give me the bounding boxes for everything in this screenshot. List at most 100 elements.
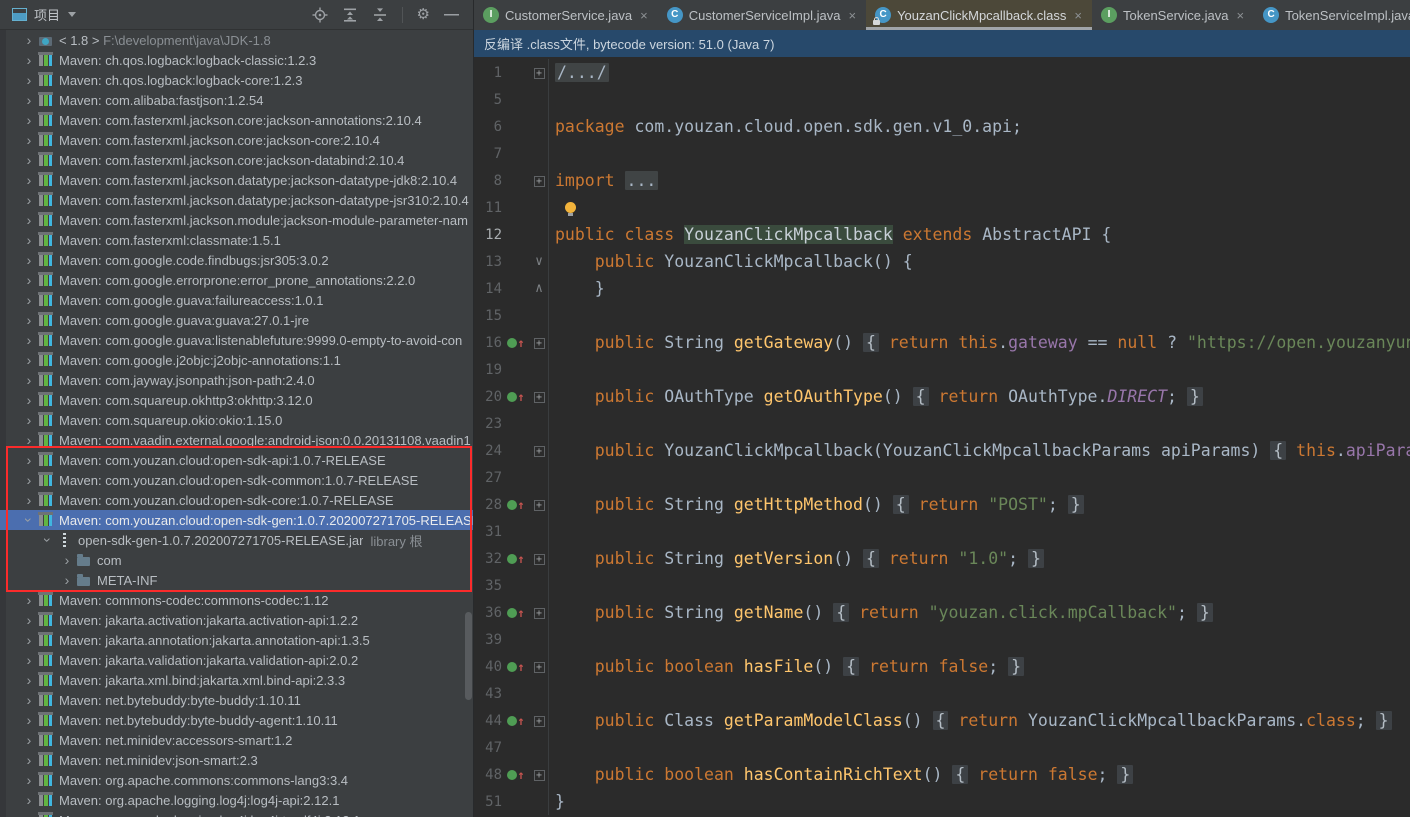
chevron-collapsed-icon[interactable]: › [22,690,36,710]
chevron-collapsed-icon[interactable]: › [22,470,36,490]
plus-box-icon[interactable]: + [533,716,545,727]
chevron-collapsed-icon[interactable]: › [60,550,74,570]
chevron-collapsed-icon[interactable]: › [22,490,36,510]
tree-row-library[interactable]: › Maven: com.squareup.okio:okio:1.15.0 [0,410,473,430]
chevron-collapsed-icon[interactable]: › [60,570,74,590]
fold-expand-icon[interactable]: + [530,444,548,457]
chevron-collapsed-icon[interactable]: › [22,590,36,610]
fold-expand-icon[interactable]: + [530,606,548,619]
editor-tab[interactable]: I TokenService.java × [1092,0,1254,30]
chevron-collapsed-icon[interactable]: › [22,170,36,190]
chevron-collapsed-icon[interactable]: › [22,350,36,370]
tree-row-library[interactable]: › Maven: com.google.guava:failureaccess:1… [0,290,473,310]
chevron-collapsed-icon[interactable]: › [22,730,36,750]
fold-expand-icon[interactable]: + [530,336,548,349]
plus-box-icon[interactable]: + [533,392,545,403]
tree-row-library[interactable]: › Maven: com.google.guava:listenablefutur… [0,330,473,350]
fold-expand-icon[interactable]: + [530,66,548,79]
chevron-collapsed-icon[interactable]: › [22,670,36,690]
plus-box-icon[interactable]: + [533,770,545,781]
fold-down-icon[interactable]: ∨ [530,254,548,269]
close-icon[interactable]: × [1074,8,1082,23]
tree-row-library[interactable]: › Maven: com.alibaba:fastjson:1.2.54 [0,90,473,110]
chevron-collapsed-icon[interactable]: › [22,630,36,650]
tree-row-library[interactable]: › Maven: org.apache.commons:commons-lang3… [0,770,473,790]
tree-row-library[interactable]: › Maven: net.bytebuddy:byte-buddy-agent:1… [0,710,473,730]
tree-row-library[interactable]: › Maven: com.jayway.jsonpath:json-path:2.… [0,370,473,390]
tree-row-library[interactable]: › Maven: com.youzan.cloud:open-sdk-common… [0,470,473,490]
tree-row-library[interactable]: › Maven: com.youzan.cloud:open-sdk-core:1… [0,490,473,510]
fold-chevron-up-icon[interactable]: ∧ [535,281,543,296]
chevron-expanded-icon[interactable]: › [19,513,39,527]
tree-scrollbar-thumb[interactable] [465,612,472,700]
tree-row-library[interactable]: › Maven: net.minidev:json-smart:2.3 [0,750,473,770]
tree-row-library[interactable]: › Maven: com.fasterxml.jackson.core:jacks… [0,150,473,170]
tree-row-library[interactable]: › Maven: com.fasterxml.jackson.core:jacks… [0,130,473,150]
chevron-collapsed-icon[interactable]: › [22,450,36,470]
plus-box-icon[interactable]: + [533,338,545,349]
tree-row-library[interactable]: › Maven: org.apache.logging.log4j:log4j-t… [0,810,473,817]
overrides-method-icon[interactable]: ↑ [502,715,530,727]
chevron-collapsed-icon[interactable]: › [22,290,36,310]
tree-row-library[interactable]: › Maven: com.vaadin.external.google:andro… [0,430,473,450]
chevron-collapsed-icon[interactable]: › [22,70,36,90]
settings-gear-icon[interactable]: ⚙ [417,7,430,22]
chevron-collapsed-icon[interactable]: › [22,370,36,390]
chevron-collapsed-icon[interactable]: › [22,610,36,630]
tree-row-folder[interactable]: › META-INF [0,570,473,590]
overrides-method-icon[interactable]: ↑ [502,499,530,511]
chevron-collapsed-icon[interactable]: › [22,330,36,350]
chevron-collapsed-icon[interactable]: › [22,230,36,250]
tree-row-library[interactable]: › Maven: jakarta.activation:jakarta.activ… [0,610,473,630]
editor-tab[interactable]: C CustomerServiceImpl.java × [658,0,866,30]
overrides-method-icon[interactable]: ↑ [502,391,530,403]
tree-row-library[interactable]: › Maven: ch.qos.logback:logback-core:1.2.… [0,70,473,90]
fold-expand-icon[interactable]: + [530,552,548,565]
chevron-collapsed-icon[interactable]: › [22,250,36,270]
plus-box-icon[interactable]: + [533,446,545,457]
chevron-collapsed-icon[interactable]: › [22,150,36,170]
code-area[interactable]: 1 + /.../ 5 6 package com.youzan.cloud.open.s… [474,57,1410,817]
hide-panel-icon[interactable]: — [444,7,459,22]
plus-box-icon[interactable]: + [533,662,545,673]
tree-row-library[interactable]: › Maven: jakarta.annotation:jakarta.annot… [0,630,473,650]
plus-box-icon[interactable]: + [533,608,545,619]
fold-expand-icon[interactable]: + [530,660,548,673]
fold-expand-icon[interactable]: + [530,768,548,781]
chevron-expanded-icon[interactable]: › [38,533,58,547]
chevron-collapsed-icon[interactable]: › [22,790,36,810]
editor-tab[interactable]: C YouzanClickMpcallback.class × [866,0,1092,30]
tree-row-library[interactable]: › Maven: com.fasterxml.jackson.datatype:j… [0,190,473,210]
tree-row-library[interactable]: › Maven: jakarta.xml.bind:jakarta.xml.bin… [0,670,473,690]
tree-row-jdk[interactable]: › < 1.8 > F:\development\java\JDK-1.8 [0,30,473,50]
chevron-collapsed-icon[interactable]: › [22,210,36,230]
tree-row-library[interactable]: › Maven: com.youzan.cloud:open-sdk-gen:1.… [0,510,473,530]
chevron-collapsed-icon[interactable]: › [22,310,36,330]
tree-row-library[interactable]: › Maven: com.google.guava:guava:27.0.1-jr… [0,310,473,330]
chevron-collapsed-icon[interactable]: › [22,110,36,130]
chevron-collapsed-icon[interactable]: › [22,130,36,150]
chevron-collapsed-icon[interactable]: › [22,750,36,770]
tree-row-library[interactable]: › Maven: com.google.j2objc:j2objc-annotat… [0,350,473,370]
tree-row-library[interactable]: › Maven: com.squareup.okhttp3:okhttp:3.12… [0,390,473,410]
chevron-collapsed-icon[interactable]: › [22,390,36,410]
chevron-down-icon[interactable] [68,12,77,17]
editor-tab[interactable]: I CustomerService.java × [474,0,658,30]
chevron-collapsed-icon[interactable]: › [22,650,36,670]
tree-row-library[interactable]: › Maven: com.google.errorprone:error_pron… [0,270,473,290]
chevron-collapsed-icon[interactable]: › [22,410,36,430]
chevron-collapsed-icon[interactable]: › [22,90,36,110]
fold-up-icon[interactable]: ∧ [530,281,548,296]
fold-expand-icon[interactable]: + [530,714,548,727]
chevron-collapsed-icon[interactable]: › [22,190,36,210]
fold-expand-icon[interactable]: + [530,498,548,511]
tree-row-library[interactable]: › Maven: jakarta.validation:jakarta.valid… [0,650,473,670]
overrides-method-icon[interactable]: ↑ [502,553,530,565]
tree-row-library[interactable]: › Maven: com.fasterxml:classmate:1.5.1 [0,230,473,250]
close-icon[interactable]: × [848,8,856,23]
plus-box-icon[interactable]: + [533,554,545,565]
tree-row-library[interactable]: › Maven: net.bytebuddy:byte-buddy:1.10.11 [0,690,473,710]
chevron-collapsed-icon[interactable]: › [22,270,36,290]
overrides-method-icon[interactable]: ↑ [502,769,530,781]
chevron-collapsed-icon[interactable]: › [22,50,36,70]
